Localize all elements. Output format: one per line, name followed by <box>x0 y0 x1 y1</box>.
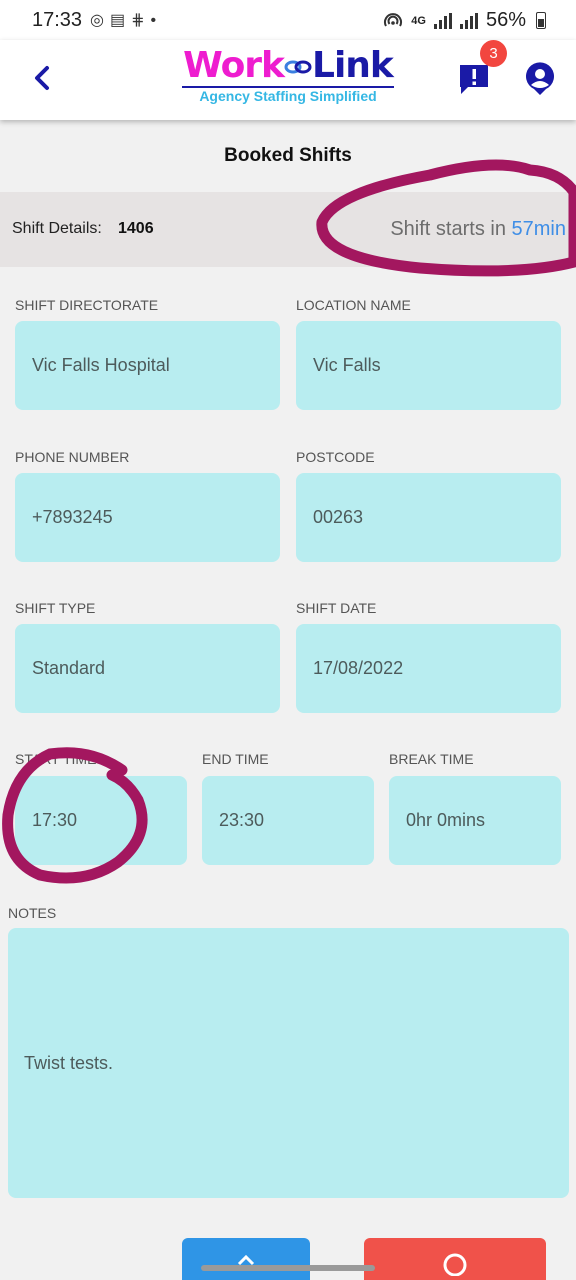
postcode-field[interactable]: 00263 <box>296 473 561 562</box>
app-bar: Work Link Agency Staffing Simplified 3 <box>0 40 576 120</box>
logo-word-link: Link <box>312 45 394 86</box>
cancel-shift-button[interactable] <box>364 1238 546 1280</box>
home-indicator[interactable] <box>201 1265 375 1271</box>
end-time-field[interactable]: 23:30 <box>202 776 374 865</box>
worklink-logo: Work Link Agency Staffing Simplified <box>170 46 406 105</box>
signal-icon-2 <box>459 12 478 29</box>
shift-type-label: SHIFT TYPE <box>15 600 96 616</box>
phone-label: PHONE NUMBER <box>15 449 130 465</box>
shift-date-label: SHIFT DATE <box>296 600 377 616</box>
battery-percent: 56% <box>485 9 526 31</box>
signal-icon <box>433 12 452 29</box>
logo-tagline: Agency Staffing Simplified <box>182 86 394 105</box>
directorate-field[interactable]: Vic Falls Hospital <box>15 321 280 410</box>
slack-icon: ⋕ <box>131 12 151 29</box>
status-right: 4G 56% <box>383 9 546 32</box>
notes-field[interactable]: Twist tests. <box>8 928 569 1198</box>
upload-icon <box>237 1254 255 1266</box>
shift-id: 1406 <box>118 220 154 237</box>
message-icon: ▤ <box>109 12 132 29</box>
back-arrow-icon[interactable] <box>28 58 58 98</box>
logo-wordmark: Work Link <box>170 46 406 86</box>
logo-word-work: Work <box>183 45 285 86</box>
link-icon <box>284 60 312 74</box>
break-time-label: BREAK TIME <box>389 751 474 767</box>
status-bar: 17:33 ◎▤⋕• 4G 56% <box>0 0 576 40</box>
directorate-label: SHIFT DIRECTORATE <box>15 297 159 313</box>
shift-details-bar: Shift Details: 1406 Shift starts in 57mi… <box>0 192 576 267</box>
phone-field[interactable]: +7893245 <box>15 473 280 562</box>
notification-icons: ◎▤⋕• <box>90 10 162 30</box>
hotspot-icon <box>384 12 403 26</box>
battery-icon <box>536 12 546 29</box>
shift-details-label: Shift Details: <box>12 220 102 237</box>
status-time: 17:33 <box>32 9 83 31</box>
location-label: LOCATION NAME <box>296 297 411 313</box>
start-time-label: START TIME <box>15 751 97 767</box>
location-field[interactable]: Vic Falls <box>296 321 561 410</box>
countdown-prefix: Shift starts in <box>390 218 506 240</box>
postcode-label: POSTCODE <box>296 449 375 465</box>
shift-date-field[interactable]: 17/08/2022 <box>296 624 561 713</box>
edit-shift-button[interactable] <box>182 1238 310 1280</box>
notes-label: NOTES <box>8 905 57 921</box>
profile-icon[interactable] <box>524 62 556 96</box>
shift-countdown: Shift starts in 57min <box>390 218 566 241</box>
notification-badge: 3 <box>480 40 507 67</box>
notification-icon[interactable] <box>458 62 490 96</box>
shift-type-field[interactable]: Standard <box>15 624 280 713</box>
end-time-label: END TIME <box>202 751 269 767</box>
break-time-field[interactable]: 0hr 0mins <box>389 776 561 865</box>
network-type: 4G <box>411 14 426 27</box>
whatsapp-icon: ◎ <box>90 12 110 29</box>
dot-icon: • <box>150 12 163 29</box>
page-title: Booked Shifts <box>224 145 352 166</box>
start-time-field[interactable]: 17:30 <box>15 776 187 865</box>
countdown-value: 57min <box>511 218 566 240</box>
cancel-icon <box>443 1253 467 1276</box>
